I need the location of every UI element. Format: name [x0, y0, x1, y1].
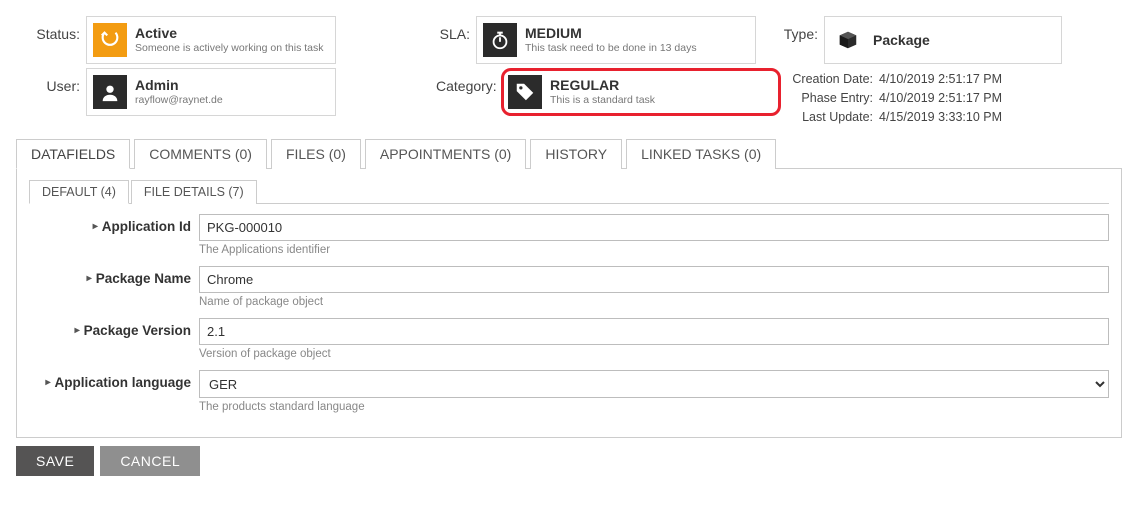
package-name-label[interactable]: ▸Package Name: [29, 266, 199, 286]
user-card[interactable]: Admin rayflow@raynet.de: [86, 68, 336, 116]
type-title: Package: [873, 32, 930, 49]
subtab-file-details[interactable]: FILE DETAILS (7): [131, 180, 257, 204]
package-version-label[interactable]: ▸Package Version: [29, 318, 199, 338]
tab-comments[interactable]: COMMENTS (0): [134, 139, 267, 169]
phase-entry-value: 4/10/2019 2:51:17 PM: [879, 89, 1002, 108]
package-version-help: Version of package object: [199, 348, 1109, 360]
application-id-input[interactable]: [199, 214, 1109, 241]
type-label: Type:: [776, 16, 824, 42]
caret-icon: ▸: [87, 273, 92, 284]
status-title: Active: [135, 25, 324, 42]
meta-block: Creation Date:4/10/2019 2:51:17 PM Phase…: [776, 68, 1002, 126]
sla-sub: This task need to be done in 13 days: [525, 42, 697, 55]
subtab-default[interactable]: DEFAULT (4): [29, 180, 129, 204]
application-language-select[interactable]: GER: [199, 370, 1109, 398]
caret-icon: ▸: [45, 377, 50, 388]
caret-icon: ▸: [93, 221, 98, 232]
datafields-panel: DEFAULT (4) FILE DETAILS (7) ▸Applicatio…: [16, 169, 1122, 438]
phase-entry-label: Phase Entry:: [784, 89, 879, 108]
tag-icon: [508, 75, 542, 109]
creation-date-value: 4/10/2019 2:51:17 PM: [879, 70, 1002, 89]
user-label: User:: [16, 68, 86, 94]
package-name-input[interactable]: [199, 266, 1109, 293]
category-label: Category:: [436, 68, 501, 94]
category-title: REGULAR: [550, 77, 655, 94]
type-card[interactable]: Package: [824, 16, 1062, 64]
application-language-label[interactable]: ▸Application language: [29, 370, 199, 390]
tab-history[interactable]: HISTORY: [530, 139, 622, 169]
main-tabs: DATAFIELDS COMMENTS (0) FILES (0) APPOIN…: [16, 138, 1122, 169]
status-icon: [93, 23, 127, 57]
application-id-help: The Applications identifier: [199, 244, 1109, 256]
caret-icon: ▸: [75, 325, 80, 336]
sla-label: SLA:: [436, 16, 476, 42]
sub-tabs: DEFAULT (4) FILE DETAILS (7): [29, 179, 1109, 204]
last-update-label: Last Update:: [784, 108, 879, 127]
tab-appointments[interactable]: APPOINTMENTS (0): [365, 139, 526, 169]
status-label: Status:: [16, 16, 86, 42]
package-icon: [831, 23, 865, 57]
save-button[interactable]: SAVE: [16, 446, 94, 476]
creation-date-label: Creation Date:: [784, 70, 879, 89]
tab-files[interactable]: FILES (0): [271, 139, 361, 169]
user-title: Admin: [135, 77, 223, 94]
category-sub: This is a standard task: [550, 94, 655, 107]
sla-title: MEDIUM: [525, 25, 697, 42]
user-sub: rayflow@raynet.de: [135, 94, 223, 107]
package-name-help: Name of package object: [199, 296, 1109, 308]
sla-card[interactable]: MEDIUM This task need to be done in 13 d…: [476, 16, 756, 64]
application-id-label[interactable]: ▸Application Id: [29, 214, 199, 234]
tab-linked-tasks[interactable]: LINKED TASKS (0): [626, 139, 776, 169]
cancel-button[interactable]: CANCEL: [100, 446, 200, 476]
tab-datafields[interactable]: DATAFIELDS: [16, 139, 130, 169]
stopwatch-icon: [483, 23, 517, 57]
status-card[interactable]: Active Someone is actively working on th…: [86, 16, 336, 64]
status-sub: Someone is actively working on this task: [135, 42, 324, 55]
category-card[interactable]: REGULAR This is a standard task: [501, 68, 781, 116]
package-version-input[interactable]: [199, 318, 1109, 345]
user-icon: [93, 75, 127, 109]
last-update-value: 4/15/2019 3:33:10 PM: [879, 108, 1002, 127]
application-language-help: The products standard language: [199, 401, 1109, 413]
